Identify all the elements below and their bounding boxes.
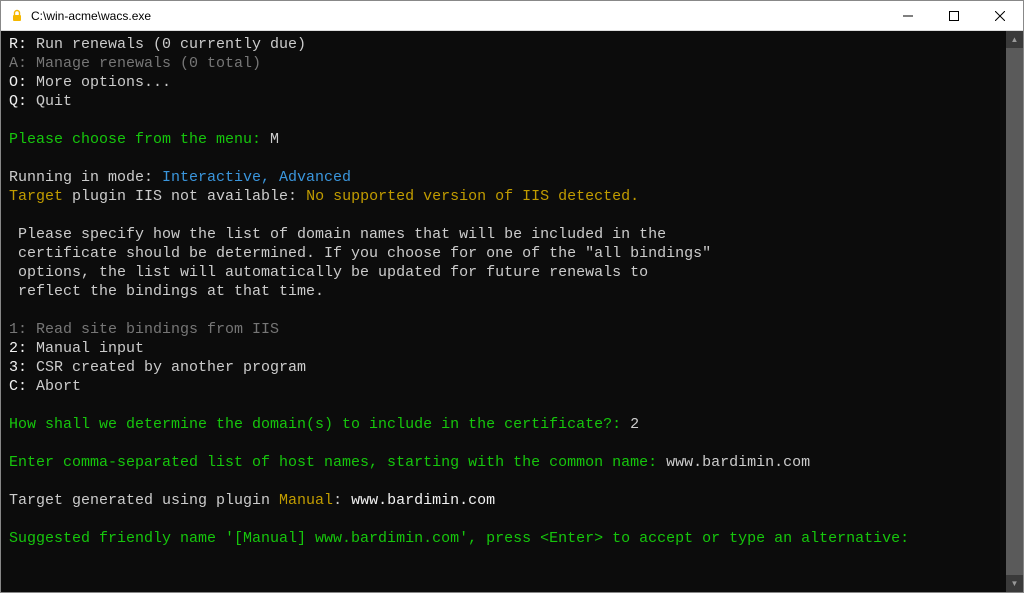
target-gen-sep: : xyxy=(333,492,351,509)
prompt-input: 2 xyxy=(630,416,639,433)
option-text: Read site bindings from IIS xyxy=(27,321,279,338)
menu-key: A: xyxy=(9,55,27,72)
target-gen-host: www.bardimin.com xyxy=(351,492,495,509)
scroll-down-icon[interactable]: ▼ xyxy=(1006,575,1023,592)
target-label: Target xyxy=(9,188,63,205)
option-key: C: xyxy=(9,378,27,395)
target-gen-text: Target generated using plugin xyxy=(9,492,279,509)
option-key: 2: xyxy=(9,340,27,357)
vertical-scrollbar[interactable]: ▲ ▼ xyxy=(1006,31,1023,592)
lock-icon xyxy=(9,8,25,24)
target-reason: No supported version of IIS detected. xyxy=(306,188,639,205)
menu-key: O: xyxy=(9,74,27,91)
minimize-button[interactable] xyxy=(885,1,931,30)
option-key: 1: xyxy=(9,321,27,338)
console-window: C:\win-acme\wacs.exe R: Run renewals (0 … xyxy=(0,0,1024,593)
help-line: options, the list will automatically be … xyxy=(9,264,648,281)
titlebar[interactable]: C:\win-acme\wacs.exe xyxy=(1,1,1023,31)
close-button[interactable] xyxy=(977,1,1023,30)
menu-text: Run renewals (0 currently due) xyxy=(27,36,306,53)
mode-value: Interactive, Advanced xyxy=(162,169,351,186)
menu-text: Manage renewals (0 total) xyxy=(27,55,261,72)
menu-key: Q: xyxy=(9,93,27,110)
prompt-input: www.bardimin.com xyxy=(666,454,810,471)
window-controls xyxy=(885,1,1023,30)
terminal-output[interactable]: R: Run renewals (0 currently due) A: Man… xyxy=(1,31,1006,592)
option-key: 3: xyxy=(9,359,27,376)
scroll-thumb[interactable] xyxy=(1006,48,1023,575)
option-text: Abort xyxy=(27,378,81,395)
help-line: Please specify how the list of domain na… xyxy=(9,226,666,243)
menu-text: Quit xyxy=(27,93,72,110)
prompt-label: Please choose from the menu: xyxy=(9,131,270,148)
help-line: reflect the bindings at that time. xyxy=(9,283,324,300)
prompt-label: How shall we determine the domain(s) to … xyxy=(9,416,630,433)
prompt-input: M xyxy=(270,131,279,148)
maximize-button[interactable] xyxy=(931,1,977,30)
help-line: certificate should be determined. If you… xyxy=(9,245,711,262)
friendly-name-prompt: Suggested friendly name '[Manual] www.ba… xyxy=(9,530,909,547)
mode-prefix: Running in mode: xyxy=(9,169,162,186)
scroll-up-icon[interactable]: ▲ xyxy=(1006,31,1023,48)
option-text: Manual input xyxy=(27,340,144,357)
prompt-label: Enter comma-separated list of host names… xyxy=(9,454,666,471)
option-text: CSR created by another program xyxy=(27,359,306,376)
menu-key: R: xyxy=(9,36,27,53)
target-gen-plugin: Manual xyxy=(279,492,333,509)
menu-text: More options... xyxy=(27,74,171,91)
window-title: C:\win-acme\wacs.exe xyxy=(31,9,885,23)
target-text: plugin IIS not available: xyxy=(63,188,306,205)
client-area: R: Run renewals (0 currently due) A: Man… xyxy=(1,31,1023,592)
